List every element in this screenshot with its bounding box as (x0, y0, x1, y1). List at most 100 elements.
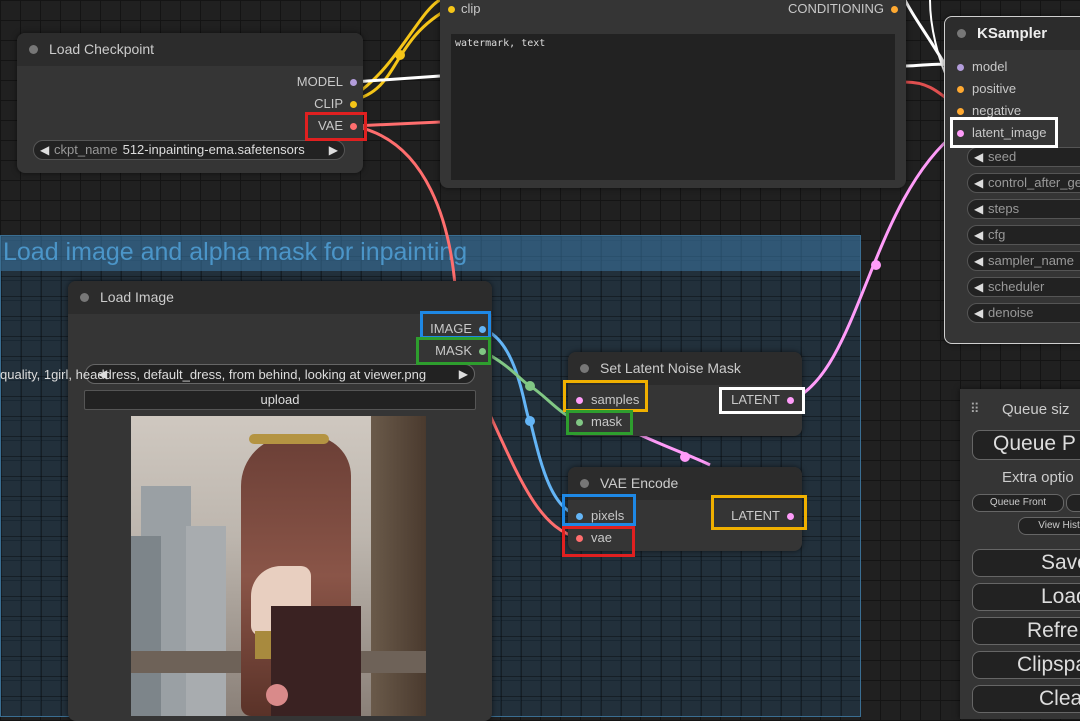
image-output-label: IMAGE (430, 321, 472, 336)
mask-output-label: MASK (435, 343, 472, 358)
wire-clip-midpoint (395, 50, 405, 60)
noise-latent-output-dot[interactable] (787, 397, 794, 404)
wire-vae-encode-2 (488, 414, 581, 540)
image-output-slot[interactable]: IMAGE (430, 319, 486, 339)
load-checkpoint-node[interactable]: Load Checkpoint MODEL CLIP VAE ◀ ckpt_na… (17, 33, 363, 173)
negative-input-label: negative (972, 103, 1022, 118)
clip-output-slot[interactable]: CLIP (314, 94, 357, 114)
steps-prev-arrow-icon[interactable]: ◀ (974, 200, 983, 218)
vae-encode-node[interactable]: VAE Encode pixels vae LATENT (568, 467, 802, 551)
prompt-textarea[interactable]: watermark, text (451, 34, 895, 180)
cfg-widget[interactable]: ◀ cfg (967, 225, 1080, 245)
clip-output-dot[interactable] (350, 101, 357, 108)
ckpt-prev-arrow-icon[interactable]: ◀ (40, 141, 49, 159)
noise-mask-title[interactable]: Set Latent Noise Mask (568, 352, 802, 385)
clear-button[interactable]: Clea (972, 685, 1080, 713)
conditioning-output-dot[interactable] (891, 6, 898, 13)
image-next-arrow-icon[interactable]: ▶ (459, 365, 468, 383)
samples-input-dot[interactable] (576, 397, 583, 404)
model-output-slot[interactable]: MODEL (297, 72, 357, 92)
refresh-button[interactable]: Refre (972, 617, 1080, 645)
model-input-label: model (972, 59, 1008, 74)
control-prev-arrow-icon[interactable]: ◀ (974, 174, 983, 192)
wire-latent-midpoint (871, 260, 881, 270)
vae-encode-title[interactable]: VAE Encode (568, 467, 802, 500)
noise-mask-collapse-dot[interactable] (580, 364, 589, 373)
sampler-label: sampler_name (988, 253, 1074, 268)
conditioning-output-slot[interactable]: CONDITIONING (788, 0, 898, 19)
mask-input-dot[interactable] (576, 419, 583, 426)
vae-output-dot[interactable] (350, 123, 357, 130)
upload-label: upload (260, 392, 300, 407)
ckpt-next-arrow-icon[interactable]: ▶ (329, 141, 338, 159)
clip-input-dot[interactable] (448, 6, 455, 13)
load-image-node[interactable]: Load Image IMAGE MASK ◀ ▶ upload (68, 281, 492, 721)
steps-widget[interactable]: ◀ steps (967, 199, 1080, 219)
negative-input-dot[interactable] (957, 108, 964, 115)
scheduler-prev-arrow-icon[interactable]: ◀ (974, 278, 983, 296)
cfg-label: cfg (988, 227, 1006, 242)
steps-label: steps (988, 201, 1020, 216)
view-queue-button[interactable] (1066, 494, 1080, 512)
mask-output-dot[interactable] (479, 348, 486, 355)
ksampler-title[interactable]: KSampler (945, 17, 1080, 50)
wire-latent-2-midpoint (680, 452, 690, 462)
samples-input-slot[interactable]: samples (576, 390, 639, 410)
clipspace-button[interactable]: Clipspa (972, 651, 1080, 679)
ksampler-node[interactable]: KSampler model positive negative latent_… (944, 16, 1080, 344)
vae-encode-collapse-dot[interactable] (580, 479, 589, 488)
vae-latent-output-slot[interactable]: LATENT (731, 506, 794, 526)
latent-input-label: latent_image (972, 125, 1047, 140)
denoise-widget[interactable]: ◀ denoise (967, 303, 1080, 323)
set-latent-noise-mask-node[interactable]: Set Latent Noise Mask samples mask LATEN… (568, 352, 802, 436)
pixels-input-dot[interactable] (576, 513, 583, 520)
model-input-dot[interactable] (957, 64, 964, 71)
pixels-input-slot[interactable]: pixels (576, 506, 624, 526)
ksampler-negative-slot[interactable]: negative (957, 101, 1021, 121)
model-output-dot[interactable] (350, 79, 357, 86)
mask-output-slot[interactable]: MASK (435, 341, 486, 361)
vae-latent-output-dot[interactable] (787, 513, 794, 520)
noise-mask-title-text: Set Latent Noise Mask (600, 360, 741, 376)
load-image-title[interactable]: Load Image (68, 281, 492, 314)
denoise-prev-arrow-icon[interactable]: ◀ (974, 304, 983, 322)
upload-button[interactable]: upload (84, 390, 476, 410)
latent-input-dot[interactable] (957, 130, 964, 137)
sampler-name-widget[interactable]: ◀ sampler_name (967, 251, 1080, 271)
building-mid (186, 526, 226, 716)
image-output-dot[interactable] (479, 326, 486, 333)
view-history-button[interactable]: View Hist (1018, 517, 1080, 535)
ckpt-name-widget[interactable]: ◀ ckpt_name 512-inpainting-ema.safetensor… (33, 140, 345, 160)
load-image-collapse-dot[interactable] (80, 293, 89, 302)
control-after-generate-widget[interactable]: ◀ control_after_ge (967, 173, 1080, 193)
ksampler-model-slot[interactable]: model (957, 57, 1007, 77)
ksampler-positive-slot[interactable]: positive (957, 79, 1016, 99)
sampler-prev-arrow-icon[interactable]: ◀ (974, 252, 983, 270)
clip-input-slot[interactable]: clip (448, 0, 481, 19)
vae-output-slot[interactable]: VAE (318, 116, 357, 136)
pixels-input-label: pixels (591, 508, 625, 523)
vae-input-slot[interactable]: vae (576, 528, 612, 548)
image-filename[interactable]: quality, 1girl, headdress, default_dress… (0, 366, 448, 384)
save-button[interactable]: Save (972, 549, 1080, 577)
ksampler-latent-slot[interactable]: latent_image (957, 123, 1046, 143)
collapse-dot[interactable] (29, 45, 38, 54)
clip-text-encode-node[interactable]: clip CONDITIONING watermark, text (440, 0, 906, 188)
drag-handle-icon[interactable]: ⠿ (970, 401, 980, 417)
seed-prev-arrow-icon[interactable]: ◀ (974, 148, 983, 166)
noise-latent-output-label: LATENT (731, 392, 780, 407)
load-checkpoint-title[interactable]: Load Checkpoint (17, 33, 363, 66)
seed-widget[interactable]: ◀ seed (967, 147, 1080, 167)
clip-output-label: CLIP (314, 96, 343, 111)
queue-front-button[interactable]: Queue Front (972, 494, 1064, 512)
scheduler-widget[interactable]: ◀ scheduler (967, 277, 1080, 297)
noise-latent-output-slot[interactable]: LATENT (731, 390, 794, 410)
cfg-prev-arrow-icon[interactable]: ◀ (974, 226, 983, 244)
mask-input-slot[interactable]: mask (576, 412, 622, 432)
vae-input-dot[interactable] (576, 535, 583, 542)
queue-prompt-button[interactable]: Queue P (972, 430, 1080, 460)
load-image-title-text: Load Image (100, 289, 174, 305)
positive-input-dot[interactable] (957, 86, 964, 93)
ksampler-collapse-dot[interactable] (957, 29, 966, 38)
load-button[interactable]: Load (972, 583, 1080, 611)
